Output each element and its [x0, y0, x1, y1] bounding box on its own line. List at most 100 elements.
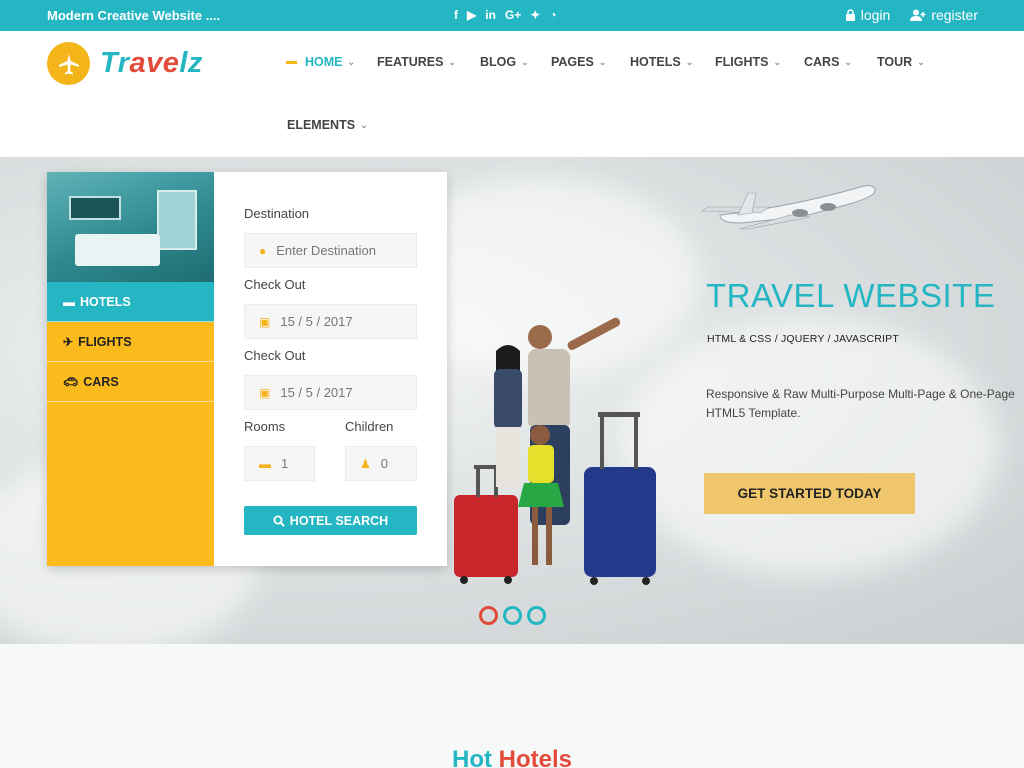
- hero-description: Responsive & Raw Multi-Purpose Multi-Pag…: [706, 387, 1015, 420]
- children-label: Children: [345, 419, 394, 434]
- nav-pages-label: PAGES: [551, 55, 594, 69]
- facebook-icon[interactable]: f: [454, 7, 458, 23]
- bed-icon: ▬: [259, 456, 271, 471]
- nav-pages[interactable]: PAGES ⌄: [551, 55, 606, 69]
- checkout-date-value: 15 / 5 / 2017: [280, 385, 353, 400]
- nav-flights[interactable]: FLIGHTS ⌄: [715, 55, 781, 69]
- tab-flights-label: FLIGHTS: [78, 334, 132, 349]
- slider-dot-3[interactable]: [527, 606, 546, 625]
- top-bar: Modern Creative Website .... f ▶ in G+ ✦…: [0, 0, 1024, 31]
- logo-text-2: ave: [129, 47, 180, 79]
- room-window: [157, 190, 197, 250]
- calendar-icon: ▣: [259, 385, 271, 400]
- hero-subtitle: HTML & CSS / JQUERY / JAVASCRIPT: [707, 333, 899, 345]
- rooms-label: Rooms: [244, 419, 286, 434]
- children-input[interactable]: ♟ 0: [345, 446, 417, 481]
- plane-icon: ✈: [63, 334, 74, 349]
- logo-text-1: Tr: [100, 47, 130, 79]
- booking-search-widget: ▬ HOTELS ✈ FLIGHTS 🚗︎ CARS Destination ● Ent…: [47, 172, 447, 566]
- family-travel-image: [454, 317, 656, 585]
- hotel-search-button[interactable]: HOTEL SEARCH: [244, 506, 417, 535]
- tab-cars-label: CARS: [83, 374, 119, 389]
- register-label: register: [931, 7, 978, 23]
- tab-hotels[interactable]: ▬ HOTELS: [47, 282, 214, 322]
- site-logo[interactable]: Travelz: [47, 42, 203, 85]
- logo-text-3: lz: [179, 47, 203, 79]
- login-link[interactable]: login: [845, 7, 891, 23]
- nav-hotels-label: HOTELS: [630, 55, 681, 69]
- child-icon: ♟: [360, 456, 371, 471]
- checkin-date-input[interactable]: ▣ 15 / 5 / 2017: [244, 304, 417, 339]
- checkin-date-value: 15 / 5 / 2017: [280, 314, 353, 329]
- register-link[interactable]: register: [910, 7, 978, 23]
- chevron-down-icon: ⌄: [598, 56, 607, 67]
- chevron-down-icon: ⌄: [917, 56, 925, 67]
- nav-elements-label: ELEMENTS: [287, 118, 356, 132]
- widget-sidebar: ▬ HOTELS ✈ FLIGHTS 🚗︎ CARS: [47, 172, 214, 566]
- nav-elements[interactable]: ELEMENTS ⌄: [287, 118, 368, 132]
- lock-icon: [845, 9, 855, 21]
- youtube-icon[interactable]: ▶: [467, 7, 476, 23]
- checkout-date-input[interactable]: ▣ 15 / 5 / 2017: [244, 375, 417, 410]
- bed-icon: ▬: [63, 294, 75, 309]
- nav-home[interactable]: HOME ⌄: [286, 55, 355, 69]
- car-icon: 🚗︎: [63, 374, 79, 389]
- tab-flights[interactable]: ✈ FLIGHTS: [47, 322, 214, 362]
- chevron-down-icon: ⌄: [685, 56, 694, 67]
- rooms-value: 1: [281, 456, 289, 471]
- nav-tour[interactable]: TOUR ⌄: [877, 55, 925, 69]
- chevron-down-icon: ⌄: [773, 56, 782, 67]
- nav-features[interactable]: FEATURES ⌄: [377, 55, 456, 69]
- nav-hotels[interactable]: HOTELS ⌄: [630, 55, 693, 69]
- slider-dot-1[interactable]: [479, 606, 498, 625]
- social-links: f ▶ in G+ ✦ ◔: [454, 7, 557, 23]
- section-title: Hot Hotels: [0, 746, 1024, 768]
- logo-wordmark: Travelz: [100, 47, 203, 80]
- nav-cars[interactable]: CARS ⌄: [804, 55, 852, 69]
- search-icon: [273, 515, 285, 527]
- destination-label: Destination: [244, 206, 310, 221]
- chevron-down-icon: ⌄: [844, 56, 852, 67]
- rss-icon[interactable]: ◔: [549, 7, 556, 23]
- user-plus-icon: [910, 9, 926, 21]
- auth-links: login register: [845, 7, 978, 23]
- cloud-shape: [620, 317, 1000, 577]
- hot-hotels-section: Hot Hotels: [0, 644, 1024, 768]
- children-value: 0: [380, 456, 388, 471]
- destination-input[interactable]: ● Enter Destination: [244, 233, 417, 268]
- hero-slider: ▬ HOTELS ✈ FLIGHTS 🚗︎ CARS Destination ● Ent…: [0, 157, 1024, 644]
- airplane-image: [701, 185, 876, 230]
- linkedin-icon[interactable]: in: [485, 7, 496, 23]
- slider-dot-2[interactable]: [503, 606, 522, 625]
- chevron-down-icon: ⌄: [448, 56, 456, 67]
- chevron-down-icon: ⌄: [360, 119, 368, 130]
- google-plus-icon[interactable]: G+: [505, 7, 521, 23]
- site-tagline: Modern Creative Website ....: [47, 8, 221, 23]
- plane-logo-icon: [47, 42, 90, 85]
- nav-cars-label: CARS: [804, 55, 840, 69]
- room-bed: [75, 234, 160, 266]
- nav-home-label: HOME: [305, 55, 343, 69]
- nav-tour-label: TOUR: [877, 55, 913, 69]
- checkout-label: Check Out: [244, 348, 306, 363]
- slider-pagination: [479, 606, 546, 625]
- twitter-icon[interactable]: ✦: [530, 7, 540, 23]
- chevron-down-icon: ⌄: [521, 56, 529, 67]
- section-title-part-2: Hotels: [498, 746, 572, 768]
- site-header: Travelz HOME ⌄ FEATURES ⌄ BLOG ⌄ PAGES ⌄ HOT…: [0, 31, 1024, 157]
- hotel-search-label: HOTEL SEARCH: [289, 513, 389, 528]
- wall-art: [69, 196, 121, 220]
- checkin-label: Check Out: [244, 277, 306, 292]
- chevron-down-icon: ⌄: [347, 56, 356, 67]
- destination-placeholder: Enter Destination: [276, 243, 376, 258]
- hero-title: TRAVEL WEBSITE: [706, 277, 996, 314]
- tab-hotels-label: HOTELS: [80, 294, 131, 309]
- calendar-icon: ▣: [259, 314, 271, 329]
- hotel-room-image: [47, 172, 214, 282]
- nav-features-label: FEATURES: [377, 55, 444, 69]
- get-started-button[interactable]: GET STARTED TODAY: [704, 473, 915, 514]
- login-label: login: [860, 7, 891, 23]
- tab-cars[interactable]: 🚗︎ CARS: [47, 362, 214, 402]
- rooms-input[interactable]: ▬ 1: [244, 446, 315, 481]
- nav-blog[interactable]: BLOG ⌄: [480, 55, 529, 69]
